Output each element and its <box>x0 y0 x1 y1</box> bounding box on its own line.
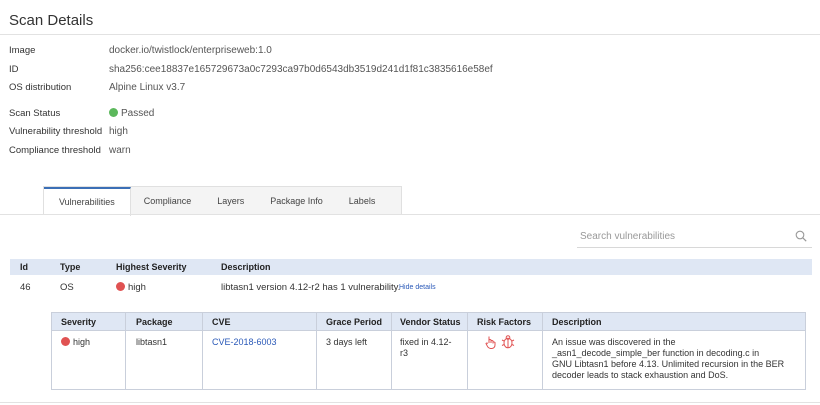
vulnerabilities-table-header: Id Type Highest Severity Description <box>10 259 812 275</box>
col-header-severity[interactable]: Severity <box>61 317 96 327</box>
id-label: ID <box>9 64 19 75</box>
detail-severity: high <box>61 337 90 348</box>
tab-compliance[interactable]: Compliance <box>131 187 205 215</box>
page-title: Scan Details <box>9 12 94 29</box>
row-id: 46 <box>20 282 31 293</box>
bottom-divider <box>0 402 820 403</box>
col-header-id[interactable]: Id <box>20 262 28 272</box>
image-label: Image <box>9 45 36 56</box>
os-label: OS distribution <box>9 82 72 93</box>
detail-grace-period: 3 days left <box>326 337 368 347</box>
column-divider <box>125 313 126 389</box>
column-divider <box>391 313 392 389</box>
col-header-package[interactable]: Package <box>136 317 173 327</box>
vendor-status-line: fixed in 4.12- <box>400 337 452 347</box>
scan-status-label: Scan Status <box>9 108 61 119</box>
detail-cve: CVE-2018-6003 <box>212 337 277 348</box>
search-box <box>577 226 812 248</box>
title-divider <box>0 34 820 35</box>
column-divider <box>542 313 543 389</box>
row-severity: high <box>116 282 146 293</box>
hand-pointer-icon[interactable] <box>485 336 496 349</box>
col-header-highest-severity[interactable]: Highest Severity <box>116 262 187 272</box>
compliance-threshold-label: Compliance threshold <box>9 145 101 156</box>
vendor-status-line: r3 <box>400 348 409 358</box>
description-line: GNU Libtasn1 before 4.13. Unlimited recu… <box>552 359 785 369</box>
description-line: decoder leads to stack exhaustion and Do… <box>552 370 729 380</box>
detail-risk-factors <box>485 334 519 353</box>
column-divider <box>467 313 468 389</box>
tab-vulnerabilities[interactable]: Vulnerabilities <box>44 187 131 216</box>
id-value: sha256:cee18837e165729673a0c7293ca97b0d6… <box>109 64 493 75</box>
vulnerability-details-table: Severity Package CVE Grace Period Vendor… <box>51 312 806 390</box>
col-header-risk-factors[interactable]: Risk Factors <box>477 317 531 327</box>
cve-link[interactable]: CVE-2018-6003 <box>212 337 277 347</box>
tab-divider <box>0 214 820 215</box>
row-severity-text: high <box>128 282 146 293</box>
severity-high-icon <box>116 282 125 291</box>
os-value: Alpine Linux v3.7 <box>109 82 186 93</box>
col-header-description[interactable]: Description <box>221 262 271 272</box>
tab-package-info[interactable]: Package Info <box>257 187 336 215</box>
scan-status-value: Passed <box>109 108 154 119</box>
tab-labels[interactable]: Labels <box>336 187 389 215</box>
detail-severity-text: high <box>73 337 91 347</box>
risk-factor-icons <box>485 335 515 349</box>
detail-package: libtasn1 <box>136 337 168 347</box>
col-header-vendor-status[interactable]: Vendor Status <box>400 317 461 327</box>
status-passed-icon <box>109 108 118 117</box>
column-divider <box>316 313 317 389</box>
image-value: docker.io/twistlock/enterpriseweb:1.0 <box>109 45 272 56</box>
search-input[interactable] <box>577 226 777 246</box>
column-divider <box>202 313 203 389</box>
vulnerability-threshold-value: high <box>109 126 128 137</box>
scan-status-text: Passed <box>121 108 155 119</box>
detail-description: An issue was discovered in the _asn1_dec… <box>552 337 784 381</box>
tab-bar: Vulnerabilities Compliance Layers Packag… <box>43 186 402 216</box>
col-header-cve[interactable]: CVE <box>212 317 231 327</box>
row-description: libtasn1 version 4.12-r2 has 1 vulnerabi… <box>221 282 401 293</box>
hide-details-link[interactable]: Hide details <box>399 284 436 291</box>
description-line: An issue was discovered in the <box>552 337 676 347</box>
col-header-description[interactable]: Description <box>552 317 602 327</box>
col-header-type[interactable]: Type <box>60 262 80 272</box>
search-icon[interactable] <box>795 230 807 242</box>
details-table-header: Severity Package CVE Grace Period Vendor… <box>52 313 805 331</box>
description-line: _asn1_decode_simple_ber function in deco… <box>552 348 760 358</box>
severity-high-icon <box>61 337 70 346</box>
compliance-threshold-value: warn <box>109 145 131 156</box>
detail-vendor-status: fixed in 4.12- r3 <box>400 337 452 359</box>
row-type: OS <box>60 282 74 293</box>
tab-layers[interactable]: Layers <box>204 187 257 215</box>
col-header-grace-period[interactable]: Grace Period <box>326 317 382 327</box>
vulnerability-threshold-label: Vulnerability threshold <box>9 126 103 137</box>
bug-icon[interactable] <box>501 335 515 349</box>
